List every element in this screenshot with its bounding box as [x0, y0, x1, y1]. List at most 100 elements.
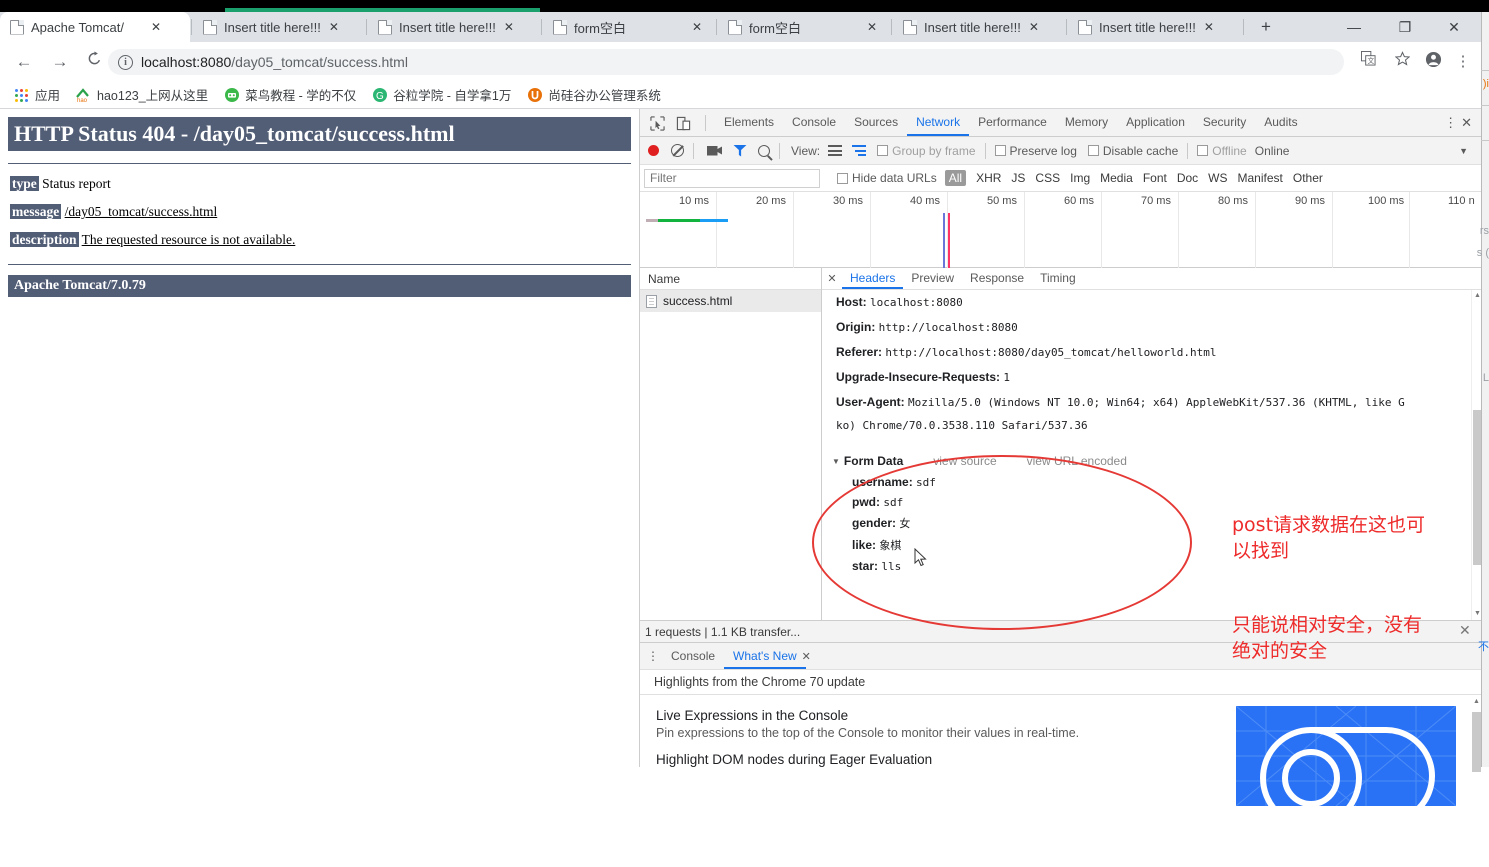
search-icon[interactable] [758, 144, 770, 157]
filter-input[interactable] [644, 168, 820, 188]
preserve-log-checkbox[interactable] [994, 145, 1006, 156]
form-data-section-header[interactable]: ▼ Form Data view source view URL encoded [822, 448, 1482, 472]
drawer-tab-close-icon[interactable]: ✕ [802, 650, 811, 663]
tab-close-icon[interactable]: ✕ [692, 20, 702, 34]
translate-icon[interactable]: 文 [1357, 51, 1379, 73]
browser-tab-3[interactable]: form空白 ✕ [543, 12, 715, 42]
view-url-encoded-link[interactable]: view URL encoded [1027, 454, 1127, 468]
request-list-item[interactable]: success.html [640, 290, 821, 312]
list-view-icon[interactable] [828, 145, 843, 156]
reload-button[interactable] [82, 50, 106, 74]
devtools-tab-memory[interactable]: Memory [1056, 109, 1117, 136]
disable-cache-checkbox[interactable] [1087, 145, 1099, 156]
inspect-element-icon[interactable] [646, 113, 668, 133]
detail-close-icon[interactable]: ✕ [822, 272, 842, 285]
online-throttle-label[interactable]: Online [1255, 144, 1290, 158]
devtools-tab-audits[interactable]: Audits [1255, 109, 1306, 136]
filter-type-all[interactable]: All [944, 170, 967, 186]
devtools-tab-security[interactable]: Security [1194, 109, 1255, 136]
filter-type-manifest[interactable]: Manifest [1238, 171, 1283, 185]
view-source-link[interactable]: view source [933, 454, 996, 468]
header-name: Referer: [836, 345, 883, 359]
devtools-tab-sources[interactable]: Sources [845, 109, 907, 136]
filter-type-xhr[interactable]: XHR [976, 171, 1001, 185]
chevron-down-icon[interactable]: ▼ [832, 457, 840, 466]
bookmark-star-icon[interactable] [1391, 51, 1413, 73]
devtools-more-icon[interactable]: ⋮ [1444, 115, 1461, 131]
waterfall-view-icon[interactable] [852, 145, 867, 156]
toggle-device-toolbar-icon[interactable] [674, 113, 696, 133]
tab-close-icon[interactable]: ✕ [151, 20, 161, 34]
filter-type-doc[interactable]: Doc [1177, 171, 1198, 185]
filter-type-img[interactable]: Img [1070, 171, 1090, 185]
address-bar[interactable]: i localhost:8080/day05_tomcat/success.ht… [108, 49, 1344, 75]
filter-type-js[interactable]: JS [1011, 171, 1025, 185]
chrome-menu-icon[interactable]: ⋮ [1452, 51, 1474, 73]
timeline-tick-40ms: 40 ms [910, 195, 940, 207]
devtools-tab-elements[interactable]: Elements [715, 109, 783, 136]
filter-type-media[interactable]: Media [1100, 171, 1133, 185]
devtools-tab-application[interactable]: Application [1117, 109, 1194, 136]
tab-close-icon[interactable]: ✕ [867, 20, 877, 34]
filter-type-font[interactable]: Font [1143, 171, 1167, 185]
bookmark-apps[interactable]: 应用 [14, 85, 60, 104]
detail-tab-headers[interactable]: Headers [842, 268, 904, 289]
offline-checkbox[interactable] [1197, 145, 1209, 156]
tab-separator [891, 19, 892, 35]
back-button[interactable]: ← [12, 50, 36, 74]
close-icon[interactable]: ✕ [1459, 622, 1471, 639]
filter-type-css[interactable]: CSS [1035, 171, 1060, 185]
detail-tab-timing[interactable]: Timing [1032, 268, 1084, 289]
devtools-tab-network[interactable]: Network [907, 109, 970, 136]
whats-new-body: Live Expressions in the Console Pin expr… [640, 696, 1482, 867]
tab-close-icon[interactable]: ✕ [1029, 20, 1039, 34]
new-tab-button[interactable]: + [1255, 16, 1277, 38]
scrollbar-thumb[interactable] [1472, 712, 1481, 772]
detail-tab-preview[interactable]: Preview [903, 268, 962, 289]
tab-close-icon[interactable]: ✕ [329, 20, 339, 34]
filter-funnel-icon[interactable] [733, 144, 747, 157]
chevron-down-icon[interactable]: ▼ [1459, 146, 1468, 156]
browser-tab-0[interactable]: Apache Tomcat/ ✕ [0, 12, 190, 42]
header-row-host: Host: localhost:8080 [822, 290, 1482, 315]
window-close-button[interactable]: ✕ [1437, 16, 1471, 38]
hide-data-urls-checkbox[interactable] [837, 172, 848, 184]
form-data-row-pwd: pwd: sdf [822, 492, 1482, 512]
filter-type-other[interactable]: Other [1293, 171, 1323, 185]
form-field-key: like: [852, 538, 877, 552]
timeline-tick-10ms: 10 ms [679, 195, 709, 207]
bookmark-atguigu[interactable]: 尚硅谷办公管理系统 [527, 85, 661, 104]
timeline-tick-80ms: 80 ms [1218, 195, 1248, 207]
tab-title: form空白 [749, 20, 802, 36]
devtools-tab-performance[interactable]: Performance [969, 109, 1056, 136]
browser-tab-4[interactable]: form空白 ✕ [718, 12, 890, 42]
divider [8, 264, 631, 265]
drawer-menu-icon[interactable]: ⋮ [644, 650, 662, 662]
window-minimize-button[interactable]: — [1337, 16, 1371, 38]
profile-avatar-icon[interactable] [1422, 51, 1444, 73]
tab-close-icon[interactable]: ✕ [1204, 20, 1214, 34]
capture-screenshots-icon[interactable] [707, 145, 722, 156]
record-button-icon[interactable] [648, 145, 659, 156]
devtools-tab-console[interactable]: Console [783, 109, 845, 136]
detail-tab-response[interactable]: Response [962, 268, 1032, 289]
bookmark-runoob[interactable]: 菜鸟教程 - 学的不仅 [224, 85, 356, 104]
browser-tab-2[interactable]: Insert title here!!! ✕ [368, 12, 540, 42]
divider [1481, 70, 1489, 71]
drawer-tab-console[interactable]: Console [662, 643, 724, 669]
window-maximize-button[interactable]: ❐ [1388, 16, 1422, 38]
clear-icon[interactable] [671, 144, 684, 157]
browser-tab-1[interactable]: Insert title here!!! ✕ [193, 12, 365, 42]
forward-button[interactable]: → [48, 50, 72, 74]
network-overview-timeline[interactable]: 10 ms 20 ms 30 ms 40 ms 50 ms 60 ms 70 m… [640, 192, 1482, 268]
bookmark-hao123[interactable]: hao hao123_上网从这里 [76, 85, 208, 104]
devtools-close-icon[interactable]: ✕ [1461, 115, 1482, 131]
group-by-frame-checkbox[interactable] [877, 145, 889, 156]
drawer-tab-whats-new[interactable]: What's New [724, 643, 806, 669]
browser-tab-5[interactable]: Insert title here!!! ✕ [893, 12, 1065, 42]
tab-close-icon[interactable]: ✕ [504, 20, 514, 34]
bookmark-guli[interactable]: G 谷粒学院 - 自学拿1万 [372, 85, 511, 104]
filter-type-ws[interactable]: WS [1208, 171, 1227, 185]
site-info-icon[interactable]: i [118, 54, 133, 70]
browser-tab-6[interactable]: Insert title here!!! ✕ [1068, 12, 1240, 42]
